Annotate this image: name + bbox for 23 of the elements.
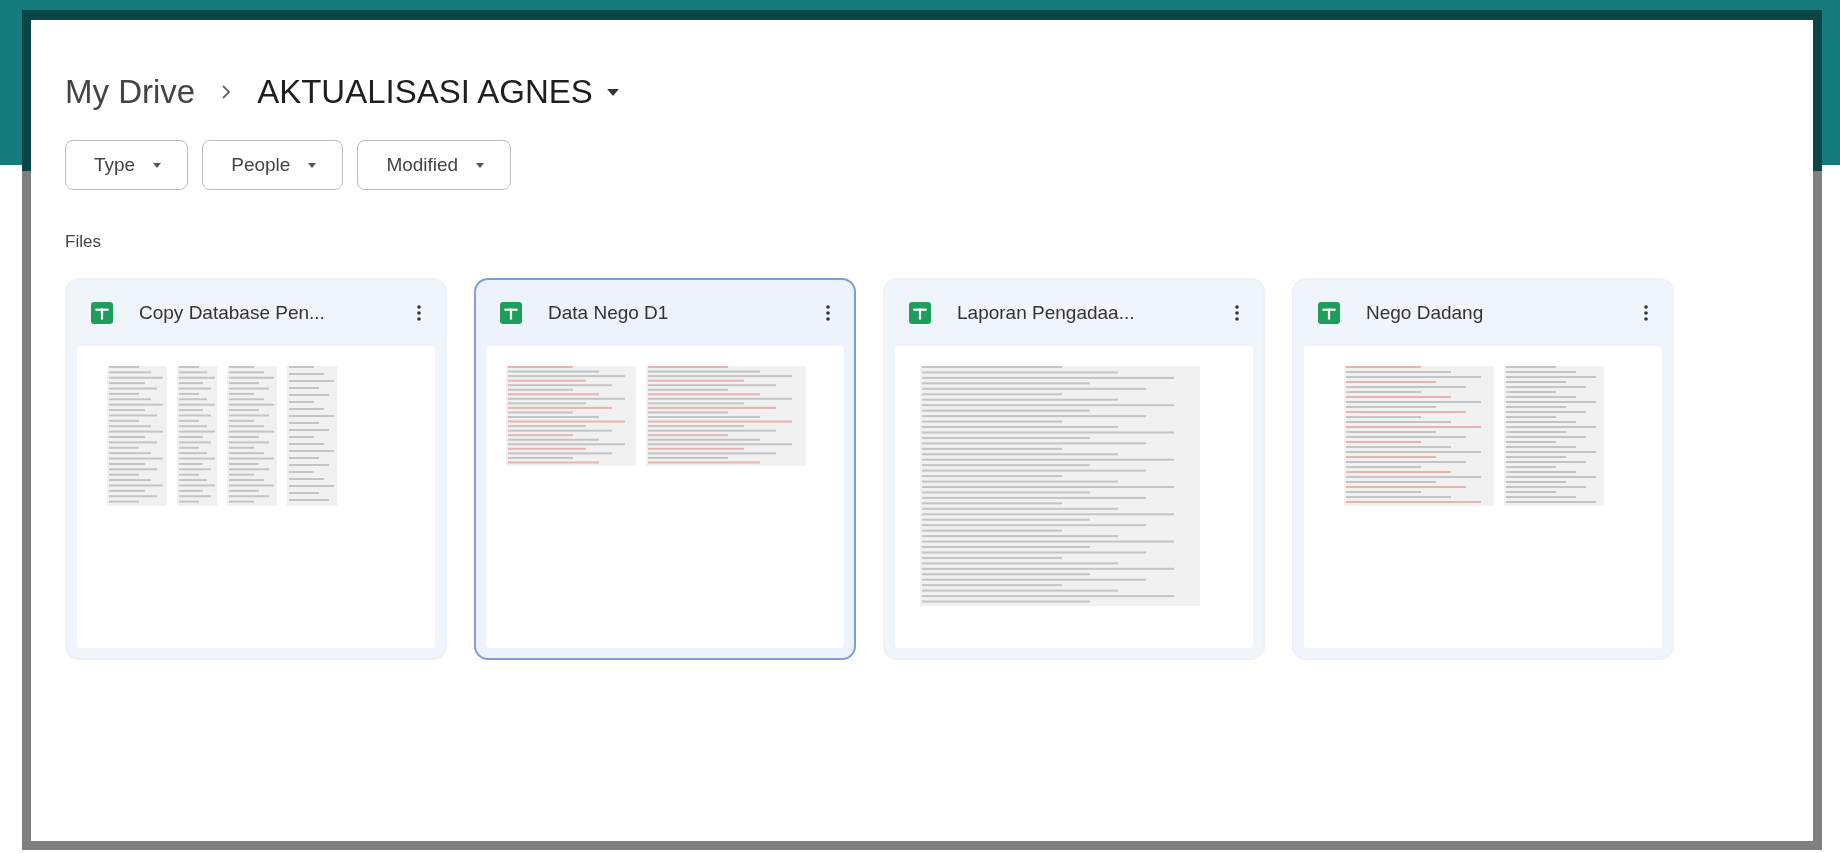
caret-icon: [308, 162, 317, 168]
spreadsheet-icon: [91, 302, 113, 324]
file-name: Copy Database Pen...: [139, 302, 326, 324]
file-card[interactable]: Data Nego D1: [474, 278, 856, 660]
chevron-right-icon: [221, 85, 232, 99]
section-heading: Files: [65, 232, 102, 252]
file-name: Nego Dadang: [1366, 302, 1485, 324]
file-name: Data Nego D1: [548, 302, 670, 324]
caret-icon: [153, 162, 162, 168]
caret-icon: [476, 162, 485, 168]
file-card[interactable]: Laporan Pengadaa...: [883, 278, 1265, 660]
file-card[interactable]: Copy Database Pen...: [65, 278, 447, 660]
spreadsheet-icon: [909, 302, 931, 324]
spreadsheet-icon: [500, 302, 522, 324]
filter-chip[interactable]: Modified: [357, 140, 512, 190]
file-card[interactable]: Nego Dadang: [1292, 278, 1674, 660]
filter-chip[interactable]: Type: [65, 140, 189, 190]
folder-breadcrumb[interactable]: AKTUALISASI AGNES: [257, 73, 619, 111]
breadcrumb-link[interactable]: My Drive: [65, 73, 196, 111]
spreadsheet-icon: [1318, 302, 1340, 324]
filter-chip[interactable]: People: [202, 140, 344, 190]
file-name: Laporan Pengadaa...: [957, 302, 1136, 324]
caret-icon: [606, 88, 619, 96]
